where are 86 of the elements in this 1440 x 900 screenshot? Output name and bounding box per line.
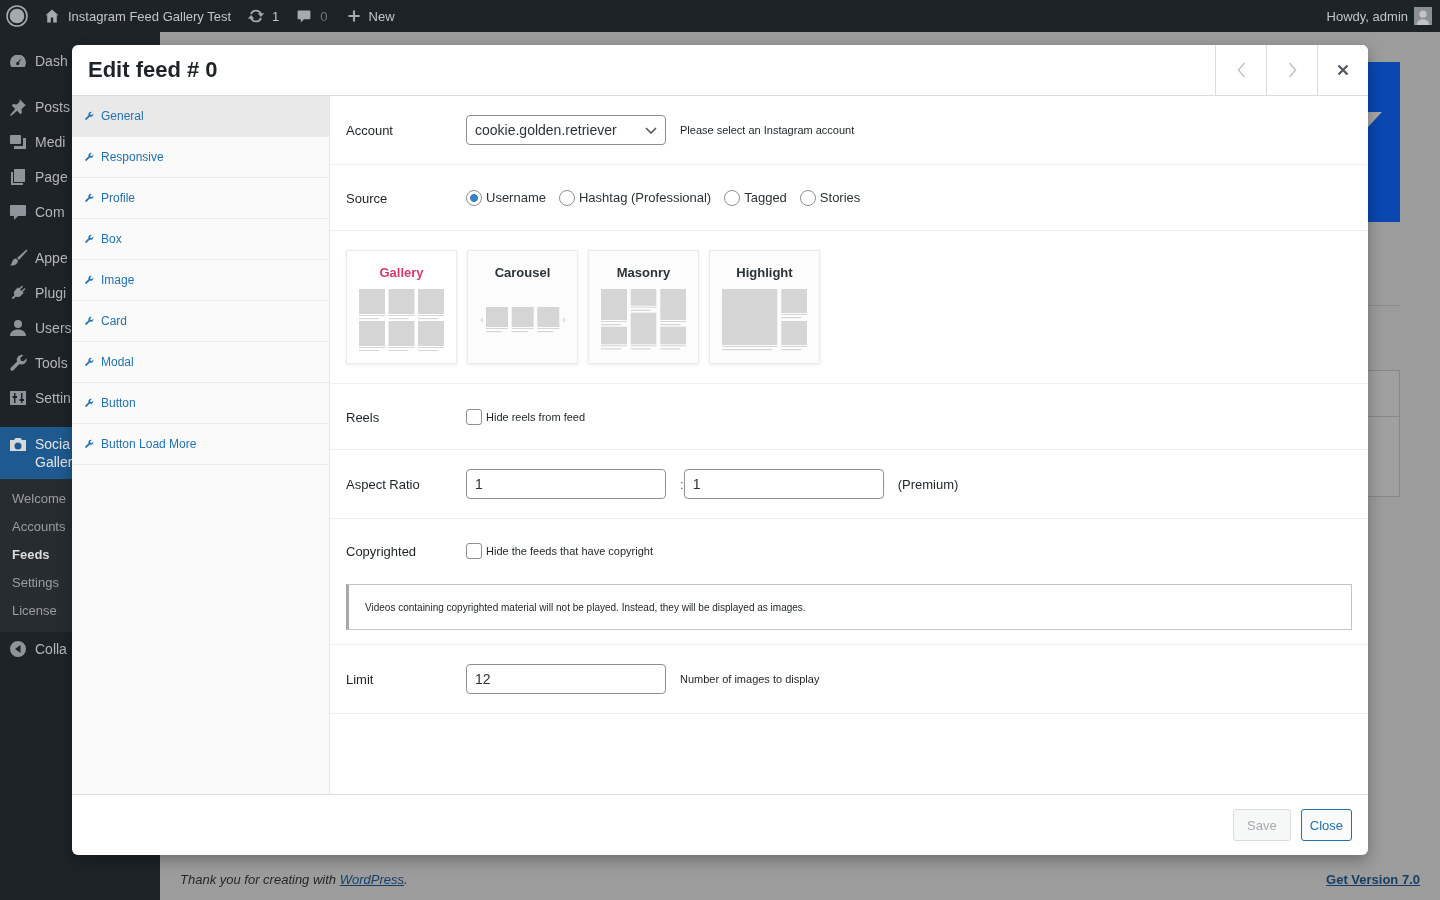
menu-item[interactable]: Appe: [0, 241, 72, 276]
help-text: Number of images to display: [680, 673, 820, 685]
menu-item[interactable]: Medi: [0, 125, 72, 160]
ratio-separator: :: [680, 476, 684, 492]
new-link[interactable]: New: [346, 0, 395, 32]
logo-icon[interactable]: [6, 5, 28, 27]
menu-item[interactable]: Settin: [0, 381, 72, 416]
menu-item[interactable]: Socia Galler: [0, 427, 72, 479]
avatar-icon: [1414, 7, 1432, 25]
checkbox-option[interactable]: Hide reels from feed: [466, 408, 586, 425]
checkbox[interactable]: [466, 408, 482, 425]
menu-item[interactable]: Users: [0, 311, 72, 346]
footer-credit: Thank you for creating with WordPress.: [180, 872, 408, 888]
menu-item[interactable]: Plugi: [0, 276, 72, 311]
wrench-icon: [8, 353, 28, 373]
field-label: Reels: [346, 409, 380, 425]
radio-button[interactable]: [466, 189, 482, 206]
checkbox[interactable]: [466, 542, 482, 559]
input-field[interactable]: 1: [466, 469, 666, 499]
nav-tab[interactable]: General: [72, 96, 329, 137]
home-icon: [44, 8, 60, 24]
version-link[interactable]: Get Version 7.0: [1326, 872, 1420, 888]
radio-option[interactable]: Username: [466, 189, 546, 206]
submenu-item[interactable]: Settings: [0, 569, 61, 597]
wrench-icon: [84, 398, 94, 408]
premium-note: (Premium): [897, 476, 959, 492]
menu-item[interactable]: Tools: [0, 346, 72, 381]
wordpress-link[interactable]: WordPress: [339, 872, 404, 887]
chevron-down-icon: [645, 126, 657, 134]
radio-option[interactable]: Tagged: [724, 189, 787, 206]
wrench-icon: [84, 439, 94, 449]
field-label: Aspect Ratio: [346, 477, 420, 492]
sliders-icon: [8, 388, 28, 408]
wrench-icon: [84, 193, 94, 203]
notice-message: Videos containing copyrighted material will not be played. Instead, they will be displayed as images.: [346, 584, 1352, 630]
submenu-item[interactable]: Welcome: [0, 485, 68, 513]
field-label: Copyrighted: [346, 543, 417, 559]
menu-item[interactable]: Dash: [0, 44, 72, 79]
close-button[interactable]: Close: [1300, 809, 1352, 841]
wrench-icon: [84, 234, 94, 244]
site-link[interactable]: Instagram Feed Gallery Test: [44, 0, 232, 32]
speech-bubble-icon: [8, 202, 28, 222]
wrench-icon: [84, 316, 94, 326]
triangle-icon: [1368, 112, 1382, 127]
radio-button[interactable]: [724, 189, 741, 206]
paintbrush-icon: [8, 248, 28, 268]
updates-link[interactable]: 1: [247, 0, 280, 32]
close-button[interactable]: [1317, 45, 1368, 95]
radio-option[interactable]: Hashtag (Professional): [558, 189, 712, 206]
person-icon: [8, 318, 28, 338]
menu-item[interactable]: Com: [0, 195, 72, 230]
wrench-icon: [84, 275, 94, 285]
menu-item[interactable]: Posts: [0, 90, 72, 125]
circle-arrow-icon: [8, 639, 28, 659]
pushpin-icon: [8, 97, 28, 117]
radio-option[interactable]: Stories: [799, 189, 861, 206]
select-field[interactable]: cookie.golden.retriever: [466, 115, 666, 145]
radio-button[interactable]: [558, 189, 575, 206]
field-label: Account: [346, 123, 393, 138]
menu-item[interactable]: Page: [0, 160, 72, 195]
input-field[interactable]: 1: [683, 469, 884, 499]
radio-button[interactable]: [799, 189, 816, 206]
wrench-icon: [84, 357, 94, 367]
modal-title: Edit feed # 0: [88, 57, 218, 83]
comments-link[interactable]: 0: [296, 0, 328, 32]
submenu-item[interactable]: Feeds: [0, 541, 52, 569]
layout-card[interactable]: Highlight: [709, 250, 820, 364]
layout-card[interactable]: Masonry: [588, 250, 699, 364]
wrench-icon: [84, 111, 94, 121]
collapse-menu-item[interactable]: Colla: [0, 632, 72, 667]
submenu-item[interactable]: License: [0, 597, 59, 625]
layout-card[interactable]: Gallery: [346, 250, 457, 364]
speech-bubble-icon: [296, 8, 313, 24]
documents-icon: [8, 167, 28, 187]
field-label: Limit: [346, 672, 374, 687]
images-icon: [8, 132, 28, 152]
account-menu[interactable]: Howdy, admin: [1326, 0, 1432, 32]
refresh-icon: [247, 7, 266, 25]
submenu-item[interactable]: Accounts: [0, 513, 68, 541]
plus-icon: [346, 9, 361, 23]
input-field[interactable]: 12: [466, 664, 666, 694]
layout-card[interactable]: Carousel: [467, 250, 578, 364]
wrench-icon: [84, 152, 94, 162]
checkbox-option[interactable]: Hide the feeds that have copyright: [466, 542, 653, 559]
field-label: Source: [346, 190, 388, 206]
help-text: Please select an Instagram account: [680, 124, 855, 136]
